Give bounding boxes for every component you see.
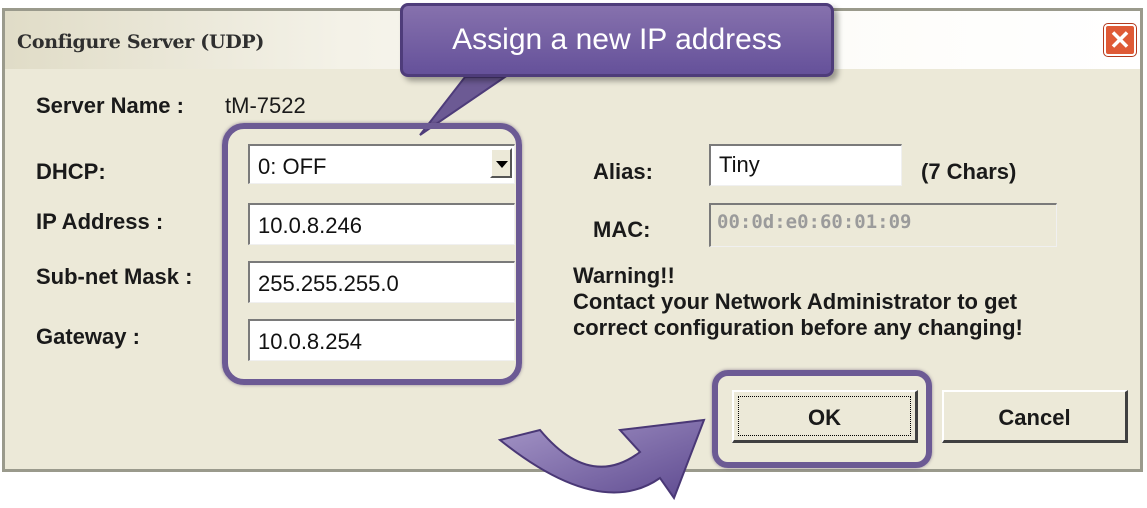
- curved-arrow-icon: [497, 418, 706, 501]
- callout-bubble: Assign a new IP address: [400, 3, 834, 77]
- ok-button-highlight: [712, 370, 932, 468]
- ip-fields-highlight: [222, 123, 522, 385]
- callout-text: Assign a new IP address: [452, 23, 782, 56]
